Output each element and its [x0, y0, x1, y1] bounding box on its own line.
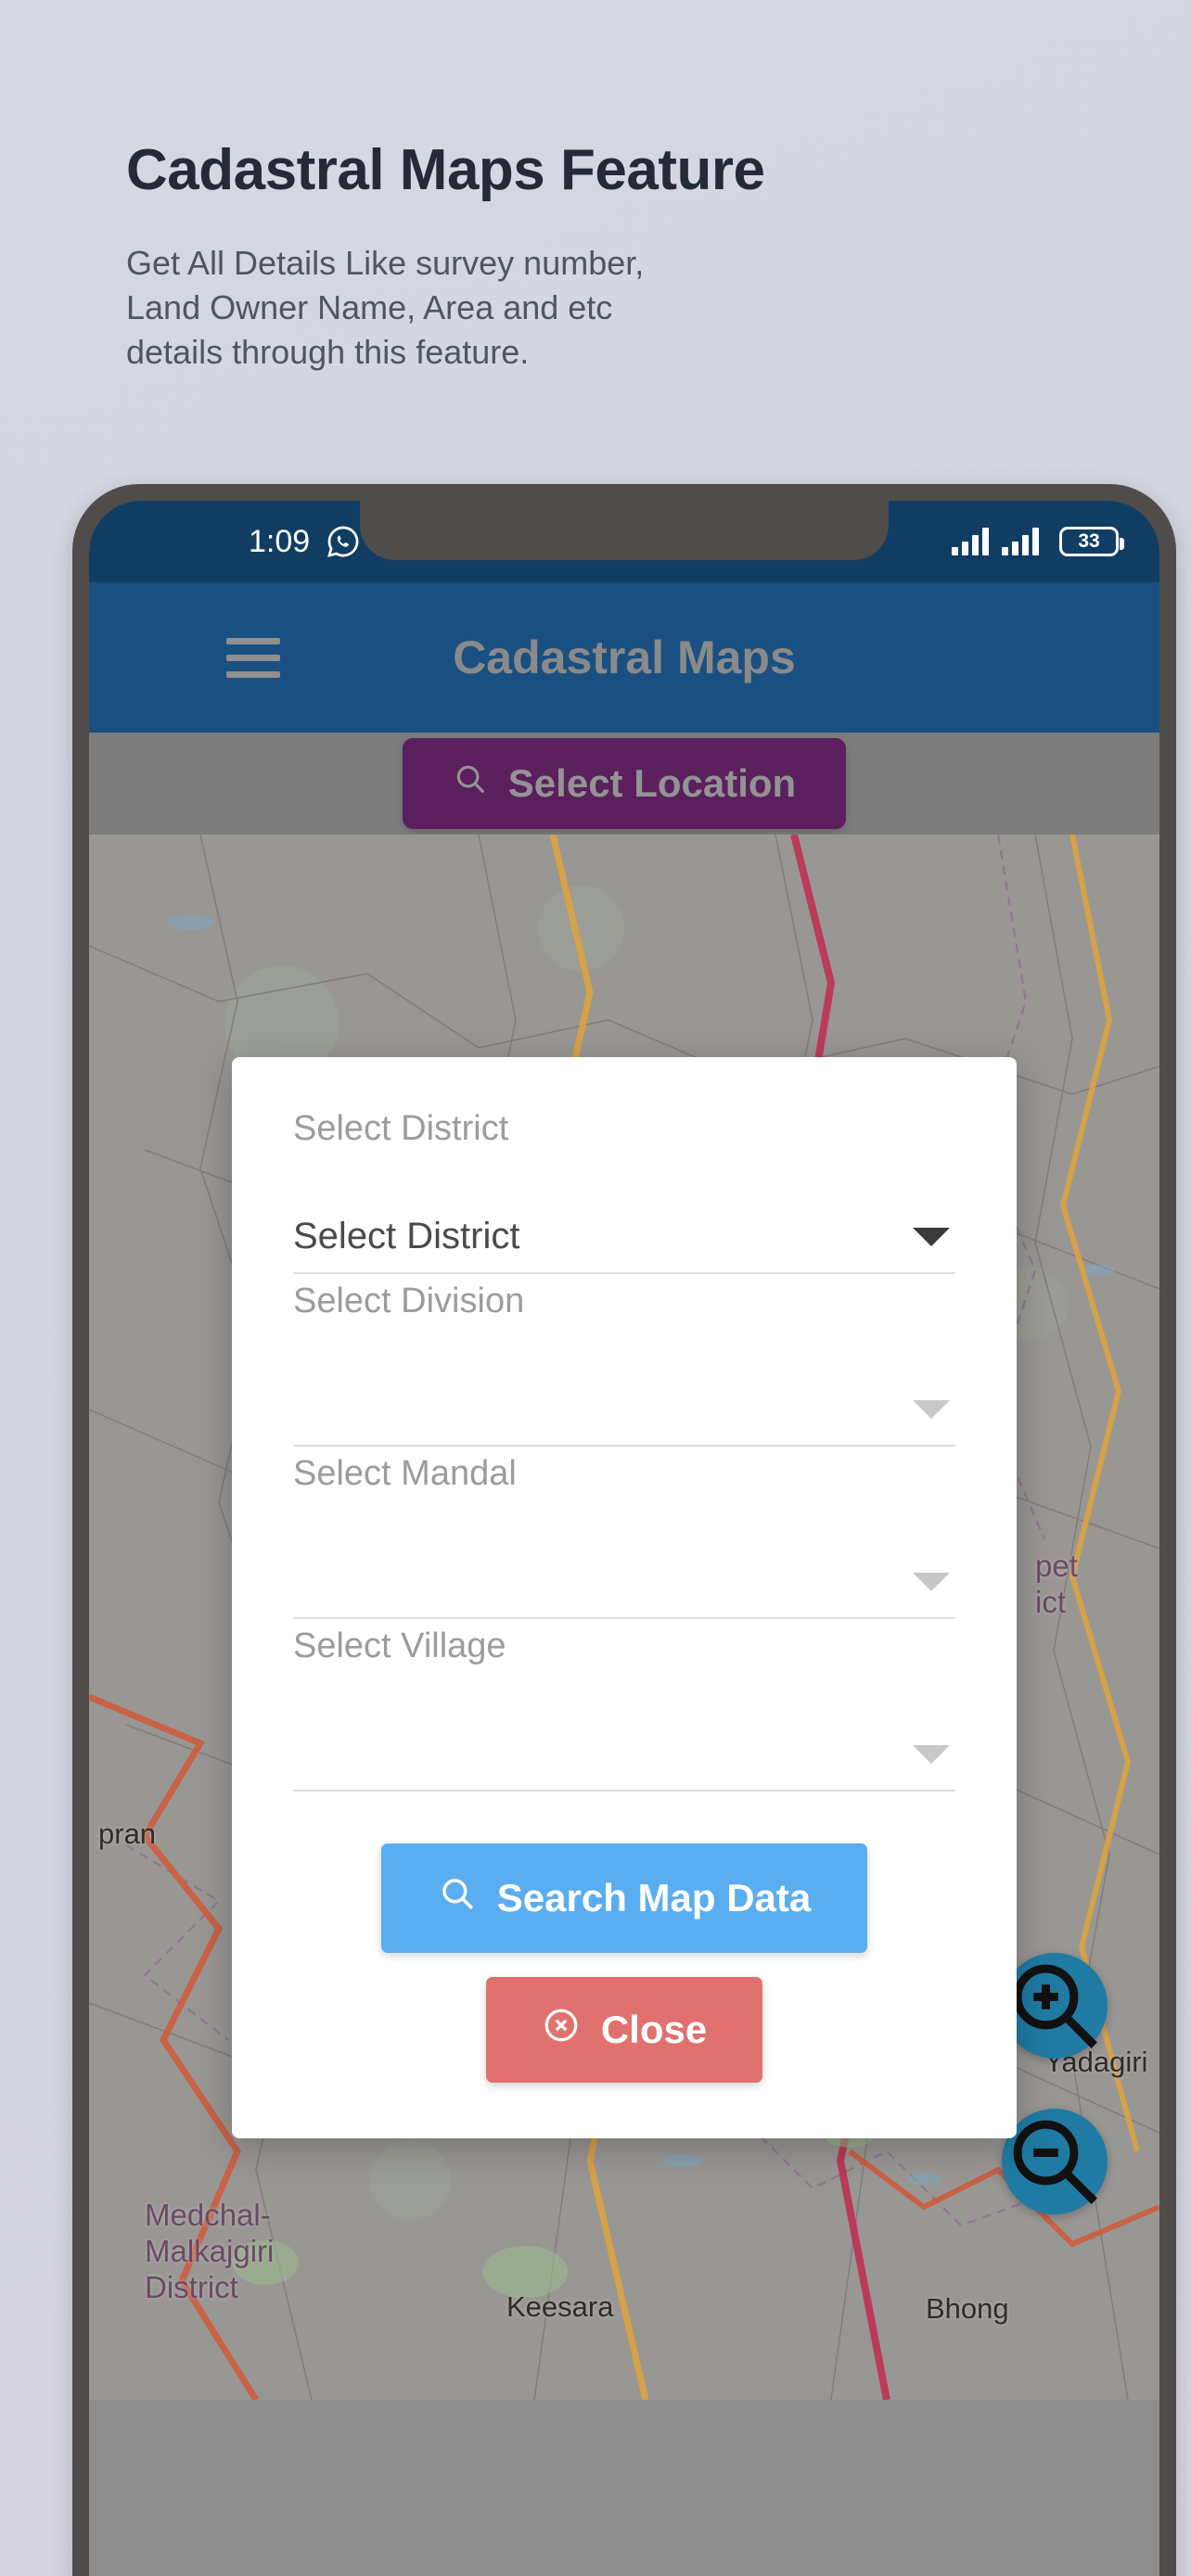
division-dropdown[interactable] [293, 1348, 955, 1447]
division-field: Select Division [293, 1282, 955, 1447]
village-label: Select Village [293, 1626, 506, 1665]
close-circle-icon [542, 2006, 581, 2054]
chevron-down-icon [913, 1745, 950, 1764]
search-icon [438, 1874, 477, 1922]
mandal-dropdown[interactable] [293, 1521, 955, 1619]
search-map-data-label: Search Map Data [496, 1876, 812, 1919]
mandal-label: Select Mandal [293, 1454, 517, 1493]
select-location-dialog: Select District Select District Select D… [232, 1057, 1017, 2138]
dialog-actions: Search Map Data Close [293, 1843, 955, 2083]
page-subtitle: Get All Details Like survey number, Land… [126, 244, 645, 371]
page-title: Cadastral Maps Feature [126, 138, 765, 202]
close-dialog-button[interactable]: Close [485, 1977, 763, 2083]
division-label: Select Division [293, 1282, 525, 1320]
phone-mockup: 1:09 33 Cadastral Maps Select Location p… [72, 484, 1176, 2576]
chevron-down-icon [913, 1573, 950, 1591]
phone-screen: 1:09 33 Cadastral Maps Select Location p… [89, 501, 1159, 2576]
search-map-data-button[interactable]: Search Map Data [381, 1843, 867, 1953]
promo-header: Cadastral Maps Feature Get All Details L… [0, 0, 1191, 375]
chevron-down-icon [913, 1228, 950, 1246]
district-field: Select District Select District [293, 1109, 955, 1274]
village-field: Select Village [293, 1626, 955, 1792]
district-label: Select District [293, 1109, 509, 1148]
close-dialog-label: Close [600, 2008, 708, 2051]
district-dropdown[interactable]: Select District [293, 1176, 955, 1274]
mandal-field: Select Mandal [293, 1454, 955, 1619]
village-dropdown[interactable] [293, 1693, 955, 1792]
district-value: Select District [293, 1216, 520, 1256]
chevron-down-icon [913, 1400, 950, 1419]
